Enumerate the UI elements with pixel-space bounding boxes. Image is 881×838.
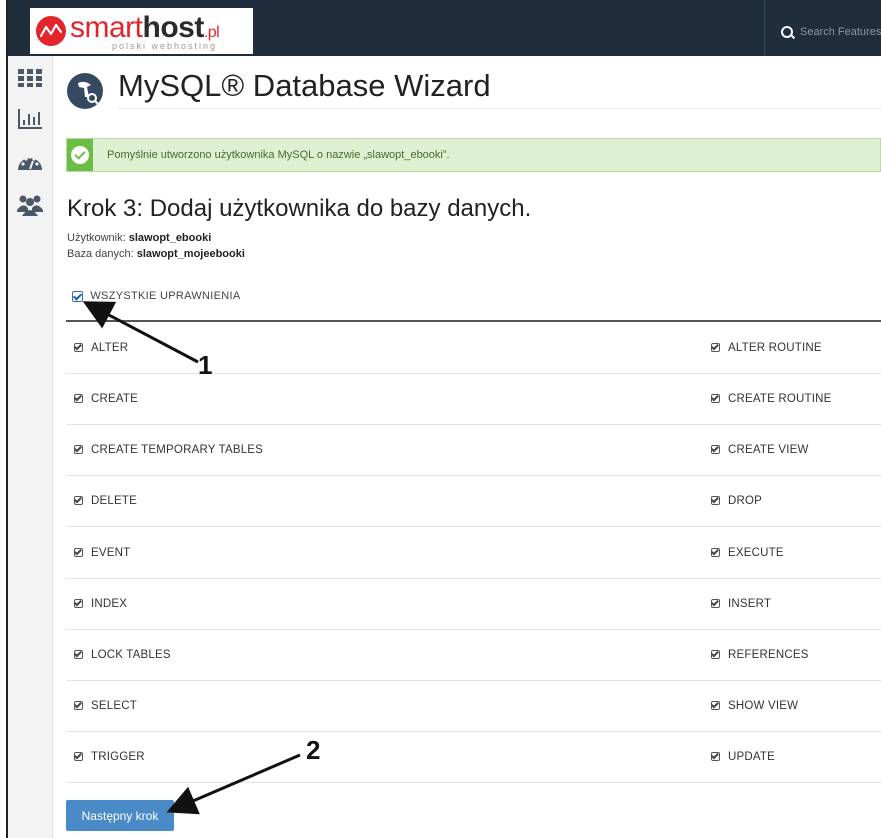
arrow-1 (82, 301, 199, 364)
arrow-2 (166, 753, 301, 815)
annotation-number-1: 1 (198, 350, 213, 380)
annotation-number-2: 2 (306, 735, 321, 765)
annotation-arrows (82, 301, 301, 815)
